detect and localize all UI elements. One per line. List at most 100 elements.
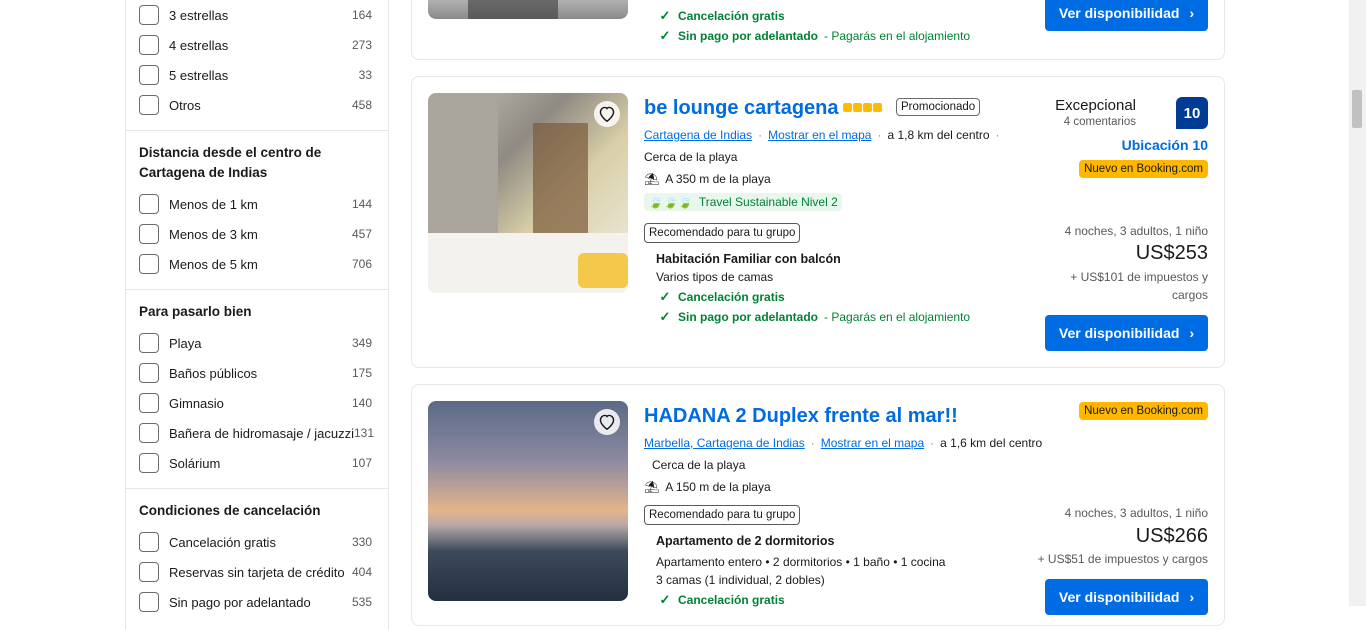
filter-group-distance: Distancia desde el centro de Cartagena d… <box>126 131 388 290</box>
filter-option-count: 140 <box>351 396 372 410</box>
filter-option[interactable]: Gimnasio 140 <box>126 388 388 418</box>
property-card-be-lounge: be lounge cartagena Promocionado Cartage… <box>411 76 1225 368</box>
heart-icon[interactable] <box>594 409 620 435</box>
separator: · <box>758 128 763 142</box>
property-title[interactable]: HADANA 2 Duplex frente al mar!! <box>644 405 958 428</box>
filter-checkbox[interactable] <box>139 35 159 55</box>
filter-option[interactable]: Playa 349 <box>126 328 388 358</box>
location-line: Cartagena de Indias · Mostrar en el mapa… <box>644 128 1000 142</box>
filter-checkbox[interactable] <box>139 254 159 274</box>
filter-checkbox[interactable] <box>139 224 159 244</box>
filter-checkbox[interactable] <box>139 333 159 353</box>
beach-distance-text: A 350 m de la playa <box>665 172 771 186</box>
filter-option-count: 349 <box>351 336 372 350</box>
filter-checkbox[interactable] <box>139 363 159 383</box>
free-cancel-line: ✓ Cancelación gratis <box>658 289 785 305</box>
filter-option[interactable]: 3 estrellas 164 <box>126 0 388 30</box>
city-link[interactable]: Cartagena de Indias <box>644 128 752 142</box>
recommended-badge: Recomendado para tu grupo <box>644 223 801 243</box>
filter-checkbox[interactable] <box>139 532 159 552</box>
filter-checkbox[interactable] <box>139 423 159 443</box>
filter-option[interactable]: Menos de 1 km 144 <box>126 189 388 219</box>
filter-option-count: 535 <box>351 595 372 609</box>
filter-option-count: 404 <box>351 565 372 579</box>
availability-button-label: Ver disponibilidad <box>1058 589 1180 605</box>
property-card-hadana: HADANA 2 Duplex frente al mar!! Marbella… <box>411 384 1225 626</box>
property-card-top: ✓ Cancelación gratis ✓ Sin pago por adel… <box>411 0 1225 60</box>
city-link[interactable]: Marbella, Cartagena de Indias <box>644 436 805 450</box>
free-cancel-line: ✓ Cancelación gratis <box>658 8 785 24</box>
filter-checkbox[interactable] <box>139 393 159 413</box>
near-beach-text: Cerca de la playa <box>644 150 738 164</box>
beach-distance-line: ⛱ A 150 m de la playa <box>644 480 771 494</box>
filter-option[interactable]: Solárium 107 <box>126 448 388 478</box>
show-map-link[interactable]: Mostrar en el mapa <box>821 436 924 450</box>
free-cancel-text: Cancelación gratis <box>678 9 785 23</box>
heart-icon[interactable] <box>594 101 620 127</box>
availability-button[interactable]: Ver disponibilidad › <box>1045 315 1208 351</box>
scrollbar-thumb[interactable] <box>1352 90 1362 128</box>
rating-word: Excepcional <box>1055 97 1136 114</box>
separator: · <box>877 128 882 142</box>
filter-checkbox[interactable] <box>139 194 159 214</box>
photo-detail <box>468 0 558 19</box>
property-photo[interactable] <box>428 0 628 19</box>
filter-option-count: 164 <box>351 8 372 22</box>
availability-button[interactable]: Ver disponibilidad › <box>1045 579 1208 615</box>
filter-checkbox[interactable] <box>139 95 159 115</box>
filter-title-cancellation: Condiciones de cancelación <box>139 503 321 518</box>
filter-option[interactable]: Sin pago por adelantado 535 <box>126 587 388 617</box>
no-prepay-note: - Pagarás en el alojamiento <box>824 310 971 324</box>
review-score[interactable]: 10 <box>1176 97 1208 129</box>
filter-option[interactable]: Menos de 5 km 706 <box>126 249 388 279</box>
star-icon <box>863 103 872 112</box>
beach-distance-text: A 150 m de la playa <box>665 480 771 494</box>
near-beach-text: Cerca de la playa <box>652 458 746 472</box>
photo-curtain <box>533 123 588 233</box>
filter-option[interactable]: Bañera de hidromasaje / jacuzzi 131 <box>126 418 388 448</box>
filter-option[interactable]: 5 estrellas 33 <box>126 60 388 90</box>
filter-option[interactable]: Otros 458 <box>126 90 388 120</box>
sustainable-text: Travel Sustainable Nivel 2 <box>698 195 838 209</box>
stay-details: 4 noches, 3 adultos, 1 niño <box>1064 224 1208 238</box>
separator: · <box>810 436 815 450</box>
filter-option[interactable]: Baños públicos 175 <box>126 358 388 388</box>
filter-option-label: Menos de 1 km <box>169 196 258 212</box>
filter-option[interactable]: 4 estrellas 273 <box>126 30 388 60</box>
property-photo[interactable] <box>428 401 628 601</box>
no-prepay-text: Sin pago por adelantado <box>678 29 819 43</box>
location-line: Marbella, Cartagena de Indias · Mostrar … <box>644 436 1042 450</box>
filter-option-count: 33 <box>358 68 372 82</box>
filter-group-cancellation: Condiciones de cancelación Cancelación g… <box>126 489 388 627</box>
filter-checkbox[interactable] <box>139 5 159 25</box>
filter-checkbox[interactable] <box>139 65 159 85</box>
beds-text: Varios tipos de camas <box>656 270 774 284</box>
filter-checkbox[interactable] <box>139 592 159 612</box>
details-text: Apartamento entero • 2 dormitorios • 1 b… <box>656 555 946 569</box>
filter-checkbox[interactable] <box>139 562 159 582</box>
check-icon: ✓ <box>659 309 671 324</box>
chevron-right-icon: › <box>1189 5 1195 21</box>
beds-line: Varios tipos de camas <box>656 270 773 284</box>
availability-button-label: Ver disponibilidad <box>1058 5 1180 21</box>
details-line: Apartamento entero • 2 dormitorios • 1 b… <box>656 555 945 569</box>
filter-option[interactable]: Reservas sin tarjeta de crédito 404 <box>126 557 388 587</box>
filter-option-count: 706 <box>351 257 372 271</box>
star-icon <box>853 103 862 112</box>
price: US$266 <box>1135 525 1208 547</box>
page-scrollbar[interactable] <box>1349 0 1366 606</box>
photo-wardrobe <box>428 93 498 233</box>
filter-option-label: 4 estrellas <box>169 37 229 53</box>
filters-sidebar: 3 estrellas 164 4 estrellas 273 5 estrellas 3… <box>125 0 389 630</box>
filter-option[interactable]: Menos de 3 km 457 <box>126 219 388 249</box>
property-title[interactable]: be lounge cartagena <box>644 97 839 120</box>
show-map-link[interactable]: Mostrar en el mapa <box>768 128 871 142</box>
filter-checkbox[interactable] <box>139 453 159 473</box>
location-score: Ubicación 10 <box>1121 137 1208 153</box>
filter-option[interactable]: Cancelación gratis 330 <box>126 527 388 557</box>
free-cancel-text: Cancelación gratis <box>678 593 785 607</box>
no-prepay-note: - Pagarás en el alojamiento <box>824 29 971 43</box>
filter-group-stars: 3 estrellas 164 4 estrellas 273 5 estrellas 3… <box>126 0 388 131</box>
availability-button[interactable]: Ver disponibilidad › <box>1045 0 1208 31</box>
property-photo[interactable] <box>428 93 628 293</box>
